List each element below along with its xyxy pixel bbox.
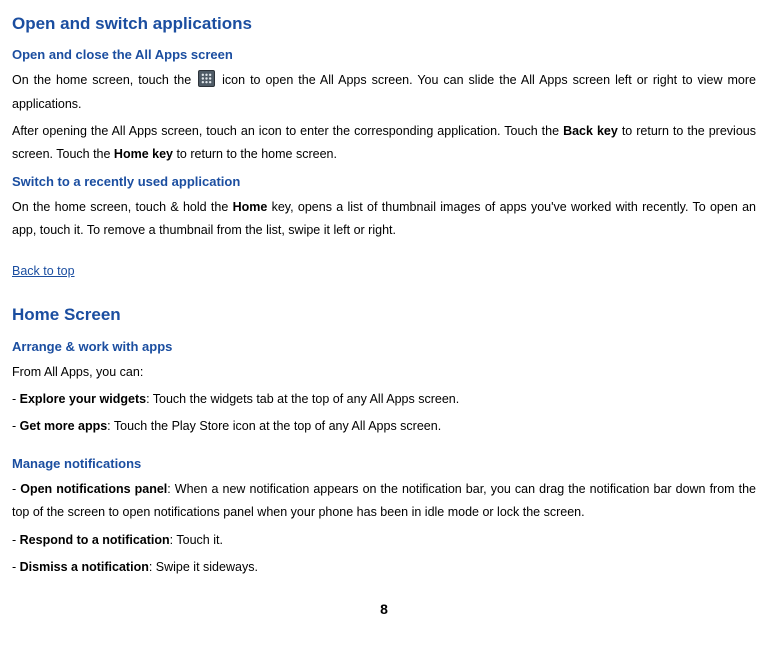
text-fragment: On the home screen, touch & hold the	[12, 200, 233, 214]
all-apps-icon	[198, 70, 215, 87]
text-fragment: On the home screen, touch the	[12, 73, 196, 87]
page-number: 8	[12, 597, 756, 623]
list-item: - Respond to a notification: Touch it.	[12, 529, 756, 552]
text-fragment: : Touch the widgets tab at the top of an…	[146, 392, 459, 406]
section-title-open-switch: Open and switch applications	[12, 8, 756, 39]
bold-back-key: Back key	[563, 124, 618, 138]
bold-home: Home	[233, 200, 268, 214]
list-item: - Get more apps: Touch the Play Store ic…	[12, 415, 756, 438]
paragraph: After opening the All Apps screen, touch…	[12, 120, 756, 166]
section-title-home-screen: Home Screen	[12, 299, 756, 330]
back-to-top-link[interactable]: Back to top	[12, 260, 75, 283]
paragraph: On the home screen, touch & hold the Hom…	[12, 196, 756, 242]
list-item: - Open notifications panel: When a new n…	[12, 478, 756, 524]
list-item: - Explore your widgets: Touch the widget…	[12, 388, 756, 411]
subsection-arrange-work: Arrange & work with apps	[12, 335, 756, 359]
text-fragment: : Swipe it sideways.	[149, 560, 258, 574]
subsection-manage-notifications: Manage notifications	[12, 452, 756, 476]
text-fragment: to return to the home screen.	[173, 147, 337, 161]
bold-open-notifications: Open notifications panel	[20, 482, 167, 496]
bold-explore-widgets: Explore your widgets	[20, 392, 146, 406]
subsection-switch-recent: Switch to a recently used application	[12, 170, 756, 194]
paragraph: On the home screen, touch the icon to op…	[12, 69, 756, 115]
bold-get-more-apps: Get more apps	[20, 419, 108, 433]
bold-dismiss-notification: Dismiss a notification	[20, 560, 149, 574]
subsection-open-close-all-apps: Open and close the All Apps screen	[12, 43, 756, 67]
bold-home-key: Home key	[114, 147, 173, 161]
text-fragment: After opening the All Apps screen, touch…	[12, 124, 563, 138]
text-fragment: : Touch it.	[170, 533, 223, 547]
paragraph-intro: From All Apps, you can:	[12, 361, 756, 384]
text-fragment: : Touch the Play Store icon at the top o…	[107, 419, 441, 433]
list-item: - Dismiss a notification: Swipe it sidew…	[12, 556, 756, 579]
bold-respond-notification: Respond to a notification	[20, 533, 170, 547]
